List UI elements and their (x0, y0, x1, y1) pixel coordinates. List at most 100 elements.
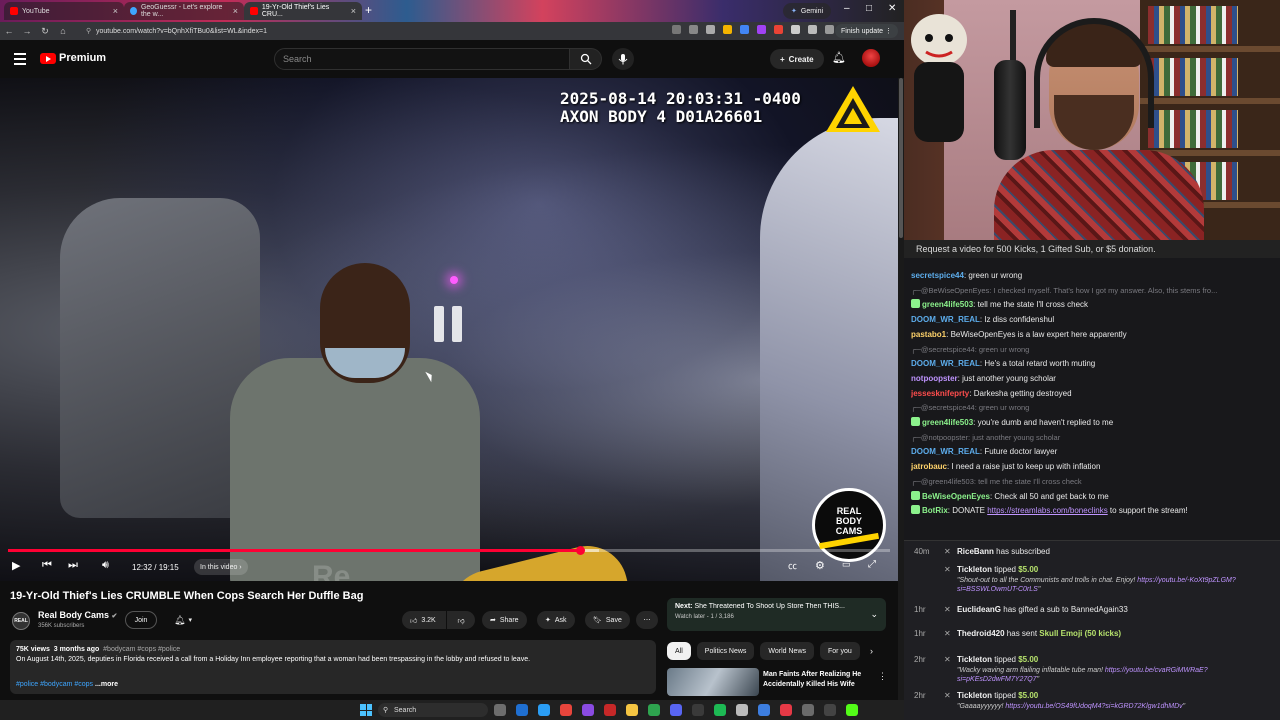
scrollbar-thumb[interactable] (899, 78, 903, 238)
event-username[interactable]: Tickleton (957, 691, 992, 700)
chrome-icon[interactable] (560, 704, 572, 716)
next-icon[interactable]: ⏭ (68, 559, 78, 572)
dislike-button[interactable]: 👎︎ (447, 611, 475, 629)
chat-username[interactable]: green4life503 (922, 300, 973, 309)
chat-username[interactable]: jatrobauc (911, 462, 947, 471)
chevron-right-icon[interactable]: › (870, 646, 873, 656)
description-box[interactable]: 75K views 3 months ago #bodycam #cops #p… (10, 640, 656, 694)
chip-world-news[interactable]: World News (760, 642, 815, 660)
kick-icon[interactable] (846, 704, 858, 716)
channel-name[interactable]: Real Body Cams ✔ (38, 610, 117, 620)
menu-icon[interactable] (14, 53, 26, 68)
app-icon[interactable] (692, 704, 704, 716)
chat-username[interactable]: DOOM_WR_REAL (911, 359, 980, 368)
chevron-down-icon[interactable]: ⌄ (870, 609, 878, 620)
discord-icon[interactable] (670, 704, 682, 716)
fullscreen-icon[interactable]: ⤢ (868, 559, 876, 570)
new-tab-button[interactable]: + (365, 3, 372, 17)
video-player[interactable]: Re... 2025-08-14 20:03:31 -0400 AXON BOD… (0, 78, 898, 581)
captions-icon[interactable]: ㏄ (788, 559, 797, 572)
app-icon[interactable] (604, 704, 616, 716)
tab-youtube[interactable]: YouTube × (4, 2, 124, 20)
chip-all[interactable]: All (667, 642, 691, 660)
chip-politics-news[interactable]: Politics News (696, 642, 755, 660)
create-button[interactable]: + Create (770, 49, 824, 69)
recommended-video-thumbnail[interactable] (667, 668, 759, 696)
spotify-icon[interactable] (714, 704, 726, 716)
in-this-video-button[interactable]: In this video › (194, 559, 248, 575)
windows-start-icon[interactable] (360, 704, 372, 716)
hashtags[interactable]: #bodycam #cops #police (103, 646, 180, 653)
ask-button[interactable]: ✦ Ask (537, 611, 575, 629)
tip-message-link[interactable]: https://youtu.be/OS49fUdoqM4?si=kGRD72Kl… (1005, 703, 1182, 710)
more-vertical-icon[interactable]: ⋮ (878, 671, 887, 682)
hashtag-links[interactable]: #police #bodycam #cops (16, 681, 93, 688)
chat-username[interactable]: pastabo1 (911, 330, 946, 339)
extension-icon[interactable] (774, 25, 783, 34)
app-icon[interactable] (758, 704, 770, 716)
chat-username[interactable]: secretspice44 (911, 271, 964, 280)
more-actions-button[interactable]: ⋯ (636, 611, 658, 629)
maximize-icon[interactable]: □ (866, 3, 872, 14)
file-explorer-icon[interactable] (626, 704, 638, 716)
close-tab-icon[interactable]: × (233, 6, 238, 16)
play-icon[interactable]: ▶ (12, 559, 20, 572)
chat-username[interactable]: notpoopster (911, 374, 958, 383)
recommended-video-title[interactable]: Man Faints After Realizing He Accidental… (763, 670, 873, 690)
event-username[interactable]: Tickleton (957, 565, 992, 574)
tab-geoguessr[interactable]: GeoGuessr - Let's explore the w... × (124, 2, 244, 20)
chat-link[interactable]: https://streamlabs.com/boneclinks (987, 506, 1108, 515)
like-button[interactable]: 👍︎ 3.2K (402, 611, 446, 629)
app-icon[interactable] (538, 704, 550, 716)
account-avatar[interactable] (862, 49, 880, 67)
event-username[interactable]: Tickleton (957, 655, 992, 664)
app-icon[interactable] (824, 704, 836, 716)
taskbar-search[interactable]: ⚲ Search (378, 703, 488, 717)
progress-scrubber[interactable] (575, 546, 585, 555)
notifications-bell-icon[interactable]: 🔔︎ (832, 51, 846, 64)
description-tags[interactable]: #police #bodycam #cops ...more (16, 681, 118, 688)
channel-avatar[interactable]: REAL (12, 612, 30, 630)
app-icon[interactable] (648, 704, 660, 716)
share-button[interactable]: ➦ Share (482, 611, 527, 629)
bookmark-icon[interactable] (706, 25, 715, 34)
app-icon[interactable] (780, 704, 792, 716)
gemini-button[interactable]: ✦ Gemini (783, 3, 832, 19)
chat-username[interactable]: DOOM_WR_REAL (911, 315, 980, 324)
close-tab-icon[interactable]: × (351, 6, 356, 16)
app-icon[interactable] (736, 704, 748, 716)
miniplayer-icon[interactable]: ▭ (842, 559, 851, 570)
back-icon[interactable]: ← (0, 26, 18, 36)
forward-icon[interactable]: → (18, 26, 36, 36)
extension-icon[interactable] (740, 25, 749, 34)
extensions-puzzle-icon[interactable] (808, 25, 817, 34)
youtube-logo[interactable]: Premium (40, 52, 106, 64)
search-button[interactable] (570, 48, 602, 70)
show-more-button[interactable]: ...more (95, 681, 118, 688)
close-window-icon[interactable]: ✕ (888, 3, 896, 14)
chat-username[interactable]: DOOM_WR_REAL (911, 447, 980, 456)
app-icon[interactable] (582, 704, 594, 716)
tab-video[interactable]: 19-Yr-Old Thief's Lies CRU... × (244, 2, 362, 20)
event-username[interactable]: Thedroid420 (957, 629, 1005, 638)
extension-icon[interactable] (791, 25, 800, 34)
chip-for-you[interactable]: For you (820, 642, 860, 660)
volume-icon[interactable]: 🔊︎ (102, 559, 109, 572)
save-button[interactable]: 🔖︎ Save (585, 611, 630, 629)
chat-username[interactable]: green4life503 (922, 418, 973, 427)
zoom-icon[interactable] (672, 25, 681, 34)
voice-search-button[interactable] (612, 48, 634, 70)
finish-update-button[interactable]: Finish update ⋮ (835, 24, 898, 38)
app-icon[interactable] (802, 704, 814, 716)
site-info-icon[interactable]: ⚲ (86, 27, 91, 35)
close-tab-icon[interactable]: × (113, 6, 118, 16)
event-username[interactable]: EuclideanG (957, 605, 1001, 614)
extension-icon[interactable] (757, 25, 766, 34)
playlist-next-panel[interactable]: Next: She Threatened To Shoot Up Store T… (667, 598, 886, 631)
minimize-icon[interactable]: – (844, 3, 850, 14)
progress-bar[interactable] (8, 546, 890, 555)
edge-icon[interactable] (516, 704, 528, 716)
search-input[interactable]: Search (274, 48, 570, 70)
join-button[interactable]: Join (125, 611, 157, 629)
extension-icon[interactable] (723, 25, 732, 34)
